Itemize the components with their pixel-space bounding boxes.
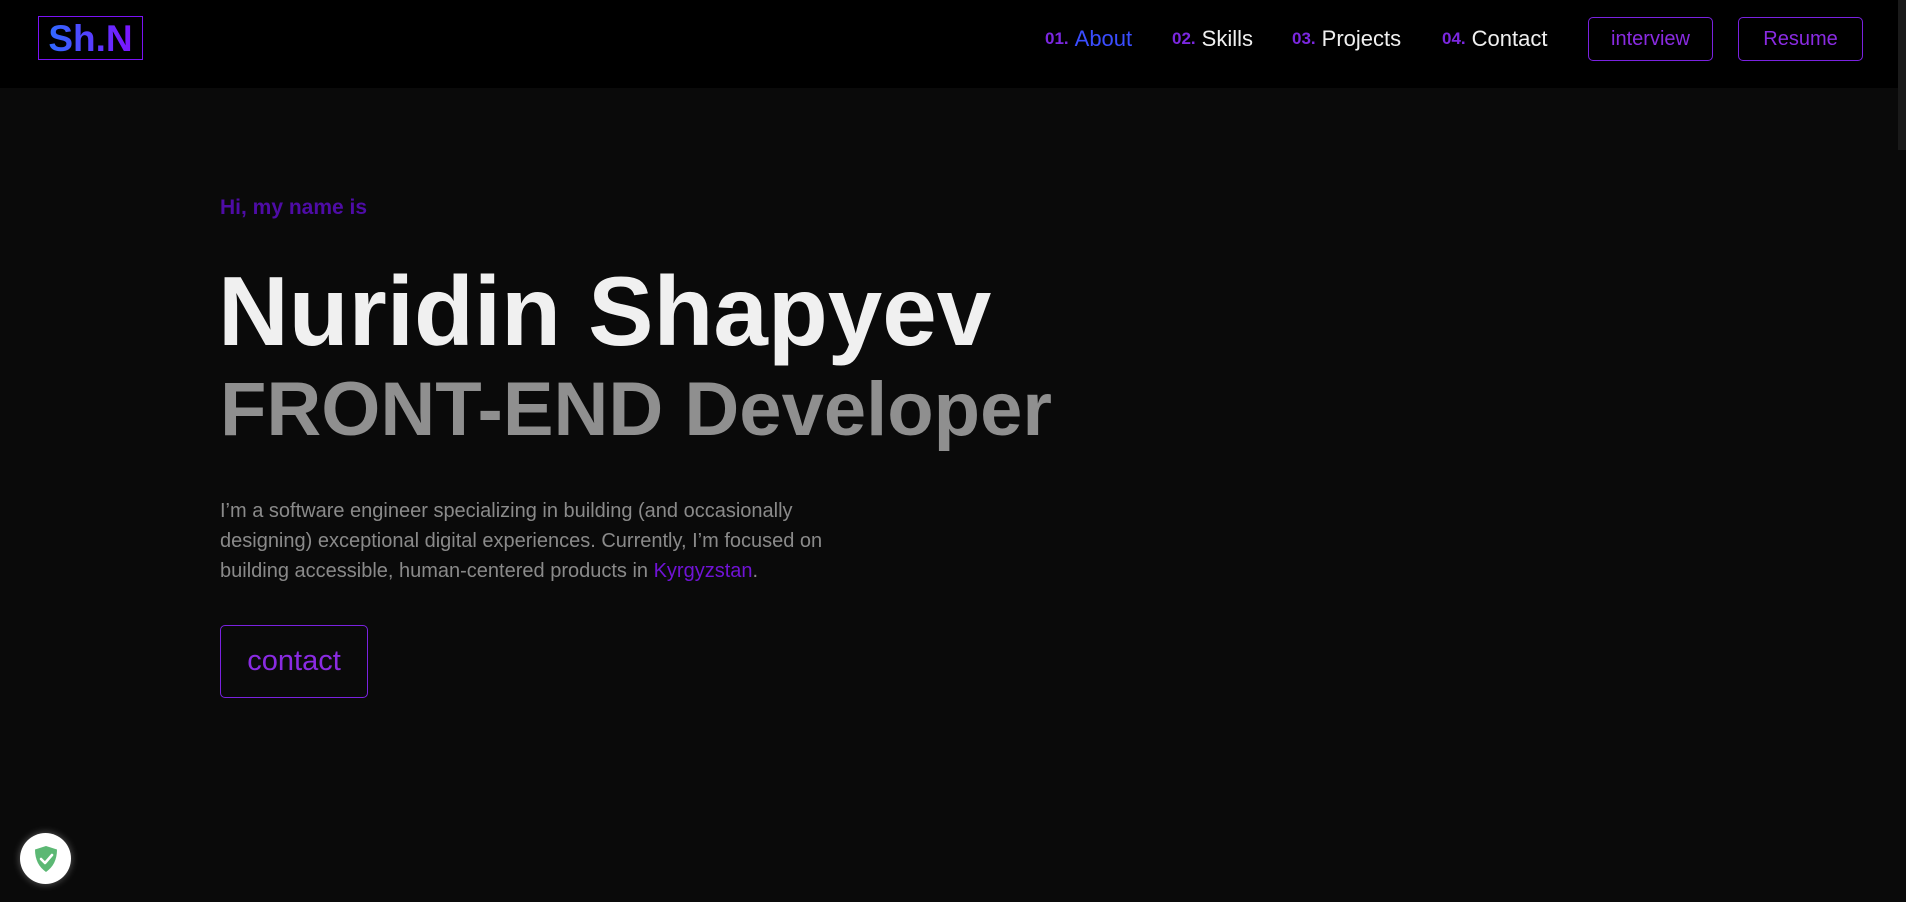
logo[interactable]: Sh.N (38, 16, 143, 60)
hero-role: FRONT-END Developer (220, 367, 1052, 452)
shield-check-icon (34, 845, 57, 872)
nav-label: Skills (1201, 26, 1253, 51)
resume-button[interactable]: Resume (1738, 17, 1863, 61)
nav-number: 03. (1292, 29, 1316, 48)
nav-number: 02. (1172, 29, 1196, 48)
nav-number: 01. (1045, 29, 1069, 48)
site-header: Sh.N 01. About 02. Skills 03. Projects 04. C… (0, 0, 1906, 88)
scrollbar[interactable] (1898, 0, 1906, 150)
nav-number: 04. (1442, 29, 1466, 48)
nav-label: Contact (1471, 26, 1548, 51)
nav-label: Projects (1321, 26, 1402, 51)
nav-projects[interactable]: 03. Projects (1292, 0, 1401, 78)
interview-button[interactable]: interview (1588, 17, 1713, 61)
nav-about[interactable]: 01. About (1045, 0, 1132, 78)
greeting: Hi, my name is (220, 196, 368, 219)
location-highlight: Kyrgyzstan (653, 560, 753, 582)
description-end: . (752, 560, 759, 582)
nav-contact[interactable]: 04. Contact (1442, 0, 1547, 78)
nav-skills[interactable]: 02. Skills (1172, 0, 1253, 78)
extension-badge[interactable] (20, 833, 71, 884)
hero-description: I’m a software engineer specializing in … (220, 496, 840, 586)
nav-label: About (1074, 26, 1133, 51)
logo-text: Sh.N (48, 17, 133, 59)
hero-name: Nuridin Shapyev (218, 256, 992, 366)
contact-button[interactable]: contact (220, 625, 368, 698)
